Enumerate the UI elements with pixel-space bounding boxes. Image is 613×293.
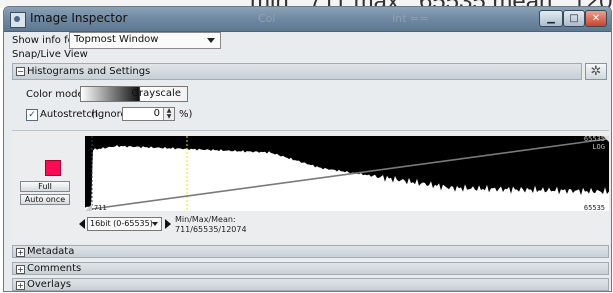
auto-once-button[interactable]: Auto once (20, 194, 70, 205)
bit-depth-value: 16bit (0-65535) (90, 219, 153, 228)
histogram-max-top-label: 65535 (583, 136, 605, 143)
title-faint-text-2: Int == (392, 12, 429, 25)
show-info-dropdown[interactable]: Topmost Window (69, 32, 221, 49)
inspector-content: Show info for: Topmost Window Snap/Live … (4, 32, 611, 291)
histograms-section-header[interactable]: − Histograms and Settings (12, 63, 582, 80)
ignore-percent-value: 0 (153, 108, 160, 119)
color-mode-button[interactable]: Grayscale (80, 86, 188, 102)
comments-section-label: Comments (27, 263, 82, 274)
settings-button[interactable]: ✲ (585, 63, 607, 80)
minimize-icon: ▁ (547, 13, 555, 24)
full-button[interactable]: Full (20, 181, 70, 192)
expand-icon: + (16, 265, 25, 274)
chevron-down-icon (207, 38, 215, 43)
minimize-button[interactable]: ▁ (539, 10, 563, 27)
title-bar[interactable]: Image Inspector Col Int == ▁ □ ✕ (4, 7, 611, 32)
close-icon: ✕ (591, 13, 601, 24)
histogram-panel: Full Auto once 65535 LOG 711 65535 16bit… (12, 130, 609, 243)
metadata-section-header[interactable]: + Metadata (12, 245, 609, 258)
bit-depth-dropdown[interactable]: 16bit (0-65535) (87, 217, 162, 231)
ignore-percent-unit: %) (179, 109, 193, 120)
channel-color-swatch[interactable] (45, 160, 61, 176)
histogram-svg (85, 136, 609, 211)
expand-icon: + (16, 248, 25, 257)
window-title: Image Inspector (30, 11, 128, 25)
autostretch-label: Autostretch (40, 109, 99, 120)
maximize-icon: □ (569, 13, 579, 24)
autostretch-checkbox[interactable]: ✓ (26, 109, 38, 121)
previous-arrow-icon[interactable] (79, 219, 85, 229)
gear-icon: ✲ (590, 64, 602, 79)
histogram-fill (85, 145, 609, 211)
collapse-icon: − (16, 67, 25, 76)
spinner-arrows-icon[interactable]: ▲ ▼ (163, 108, 174, 120)
ignore-percent-stepper[interactable]: 0 ▲ ▼ (122, 107, 175, 121)
stats-label: Min/Max/Mean: (175, 215, 236, 224)
histogram-max-bottom-label: 65535 (583, 204, 605, 211)
comments-section-header[interactable]: + Comments (12, 262, 609, 275)
histograms-section-label: Histograms and Settings (27, 66, 151, 77)
histogram-min-label: 711 (94, 204, 107, 211)
chevron-down-icon (152, 222, 158, 226)
next-arrow-icon[interactable] (165, 219, 171, 229)
expand-icon: + (16, 281, 25, 290)
color-mode-label: Color mode: (26, 89, 88, 100)
close-button[interactable]: ✕ (585, 10, 607, 27)
snap-live-label: Snap/Live View (12, 49, 88, 60)
histogram-plot[interactable]: 65535 LOG 711 65535 (85, 136, 609, 211)
color-mode-value: Grayscale (131, 88, 181, 99)
metadata-section-label: Metadata (27, 246, 75, 257)
maximize-button[interactable]: □ (563, 10, 585, 27)
log-scale-label: LOG (592, 143, 605, 151)
checkmark-icon: ✓ (28, 110, 36, 120)
overlays-section-header[interactable]: + Overlays (12, 278, 609, 291)
stats-value: 711/65535/12074 (175, 225, 247, 234)
overlays-section-label: Overlays (27, 279, 72, 290)
app-icon (10, 12, 26, 28)
show-info-selected: Topmost Window (74, 34, 159, 45)
title-faint-text-1: Col (258, 12, 276, 25)
image-inspector-window: Image Inspector Col Int == ▁ □ ✕ Show in… (3, 6, 612, 292)
